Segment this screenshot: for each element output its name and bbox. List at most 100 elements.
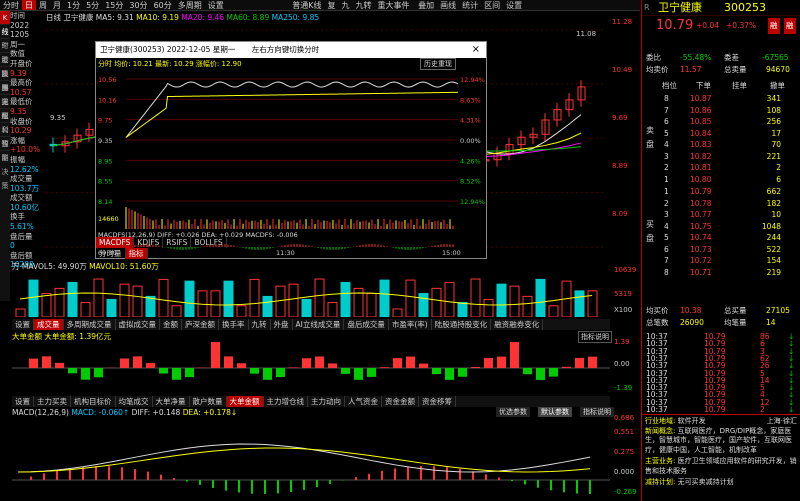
indicator-tab[interactable]: 盘后成交量 xyxy=(344,319,389,330)
close-icon[interactable]: × xyxy=(472,42,480,58)
sell-row[interactable]: 4 10.83 70 xyxy=(642,139,800,150)
indicator-tab[interactable]: 陆股通持股变化 xyxy=(432,319,492,330)
indicator-tab[interactable]: 设置 xyxy=(12,319,34,330)
indicator-tab[interactable]: 成交量 xyxy=(34,319,64,330)
bigorder-bar xyxy=(42,356,51,368)
tab-60min[interactable]: 60分 xyxy=(151,0,175,10)
tab-macdfs[interactable]: MACDFS xyxy=(96,237,135,248)
sell-row[interactable]: 5 10.84 17 xyxy=(642,128,800,139)
left-tab-fenshi[interactable]: 分时 xyxy=(0,25,10,50)
jiu-button[interactable]: 九 xyxy=(339,0,353,10)
indicator-tab[interactable]: 人气资金 xyxy=(345,396,382,407)
tab-fenshi[interactable]: 分时 xyxy=(0,0,22,10)
sell-row[interactable]: 3 10.82 221 xyxy=(642,151,800,162)
sell-price: 10.80 xyxy=(690,174,712,184)
intraday-pct-tick: 0.00% xyxy=(460,137,481,145)
indicator-tab[interactable]: 大单金额 xyxy=(226,396,264,407)
volume-chart[interactable] xyxy=(12,269,610,317)
left-tab-notice[interactable]: 公告 xyxy=(0,123,10,148)
draw-button[interactable]: 画线 xyxy=(437,0,459,10)
left-tab-news[interactable]: 资讯 xyxy=(0,81,10,106)
left-tab-alert[interactable]: 操作提醒 xyxy=(0,67,10,120)
quote-panel: R 卫宁健康 300253 10.79 +0.04 +0.37% 融 融 委比 … xyxy=(641,0,800,501)
indicator-tab[interactable]: 融资融券变化 xyxy=(491,319,544,330)
buy-row[interactable]: 2 10.78 182 xyxy=(642,198,800,209)
tab-month[interactable]: 月 xyxy=(50,0,64,10)
indicator-tab[interactable]: 均笔成交 xyxy=(116,396,153,407)
left-tab-forecast[interactable]: 盈利预测 xyxy=(0,109,10,162)
left-tab-kline[interactable]: K线 xyxy=(0,11,10,36)
tab-indicator[interactable]: 指标 xyxy=(125,248,148,259)
indicator-tab[interactable]: 散户数量 xyxy=(190,396,227,407)
indicator-tab[interactable]: 九转 xyxy=(249,319,271,330)
bigorder-bar xyxy=(575,357,584,368)
tab-bollfs[interactable]: BOLLFS xyxy=(191,237,227,248)
indicator-tab[interactable]: 主力增仓线 xyxy=(264,396,308,407)
indicator-tab[interactable]: 大单净量 xyxy=(153,396,190,407)
indicator-tab[interactable]: AI立线成交量 xyxy=(293,319,345,330)
buy-row[interactable]: 8 10.71 219 xyxy=(642,267,800,278)
buy-row[interactable]: 5 10.74 244 xyxy=(642,232,800,243)
sell-row[interactable]: 6 10.85 256 xyxy=(642,116,800,127)
major-events-button[interactable]: 重大事件 xyxy=(375,0,413,10)
buy-row[interactable]: 7 10.72 154 xyxy=(642,255,800,266)
indicator-tab[interactable]: 多周期成交量 xyxy=(64,319,116,330)
indicator-tab[interactable]: 市盈率(率) xyxy=(389,319,432,330)
range-button[interactable]: 区间 xyxy=(481,0,503,10)
left-tab-hk[interactable]: 港股通 xyxy=(0,53,10,92)
weicha-value: -67565 xyxy=(762,53,789,62)
tab-5min[interactable]: 5分 xyxy=(83,0,102,10)
indicator-tab[interactable]: 机构目标价 xyxy=(71,396,116,407)
tab-settings[interactable]: 设置 xyxy=(205,0,227,10)
indicator-tab[interactable]: 主力动向 xyxy=(308,396,345,407)
jiuzhuan-button[interactable]: 九转 xyxy=(353,0,375,10)
tab-day[interactable]: 日 xyxy=(22,0,36,10)
tab-kdjfs[interactable]: KDJFS xyxy=(134,237,164,248)
avg-buy-row: 均买价 10.38 总买量 27105 xyxy=(642,305,800,316)
default-params-button[interactable]: 默认参数 xyxy=(538,407,572,417)
indicator-tab[interactable]: 虚拟成交量 xyxy=(116,319,160,330)
bigorder-chart[interactable] xyxy=(12,342,610,394)
macd-help-button[interactable]: 指标说明 xyxy=(580,407,614,417)
sell-row[interactable]: 2 10.81 2 xyxy=(642,162,800,173)
indicator-tab[interactable]: 设置 xyxy=(12,396,34,407)
buy-row[interactable]: 3 10.77 10 xyxy=(642,209,800,220)
left-tab-ai[interactable]: 智能决策 xyxy=(0,137,10,190)
buy-row[interactable]: 1 10.79 662 xyxy=(642,186,800,197)
indicator-tab[interactable]: 外盘 xyxy=(271,319,293,330)
tab-15min[interactable]: 15分 xyxy=(102,0,126,10)
intraday-chart[interactable]: 10.56 12.94% 10.16 8.63% 9.75 4.31% 9.35 0.00% 8… xyxy=(96,69,486,255)
sell-row[interactable]: 7 10.86 108 xyxy=(642,105,800,116)
indicator-tab[interactable]: 换手率 xyxy=(219,319,249,330)
post-amt-label: 盘后额 xyxy=(10,250,33,260)
macd-chart[interactable] xyxy=(12,418,610,500)
left-tab-profile[interactable]: 个股资料 xyxy=(0,39,10,92)
tab-1min[interactable]: 1分 xyxy=(64,0,83,10)
tab-week[interactable]: 周 xyxy=(36,0,50,10)
fuquan-button[interactable]: 复 xyxy=(325,0,339,10)
tab-fenshi-vol[interactable]: 分时量 xyxy=(96,248,126,259)
sell-row[interactable]: 1 10.80 6 xyxy=(642,174,800,185)
indicator-tab[interactable]: 资金金额 xyxy=(382,396,419,407)
buy-row[interactable]: 6 10.73 522 xyxy=(642,244,800,255)
optimized-params-button[interactable]: 优选参数 xyxy=(496,407,530,417)
tab-rsifs[interactable]: RSIFS xyxy=(163,237,192,248)
sell-row[interactable]: 8 10.87 341 xyxy=(642,93,800,104)
tab-multi-period[interactable]: 多周期 xyxy=(175,0,205,10)
indicator-tab[interactable]: 资金移筹 xyxy=(419,396,456,407)
buy-row[interactable]: 4 10.75 1048 xyxy=(642,221,800,232)
col-pending: 挂单 xyxy=(732,81,747,90)
kline-type-button[interactable]: 普通K线 xyxy=(289,0,324,10)
industry-value[interactable]: 软件开发 xyxy=(678,417,706,425)
bigorder-ytick: 0.00 xyxy=(614,360,630,368)
settings-button[interactable]: 设置 xyxy=(503,0,525,10)
col-level: 档位 xyxy=(662,81,677,90)
indicator-tab[interactable]: 金额 xyxy=(160,319,182,330)
overlay-button[interactable]: 叠加 xyxy=(415,0,437,10)
tab-30min[interactable]: 30分 xyxy=(126,0,150,10)
indicator-tab[interactable]: 庐深金额 xyxy=(182,319,219,330)
stats-button[interactable]: 统计 xyxy=(459,0,481,10)
left-tab-theme[interactable]: 主题 xyxy=(0,95,10,120)
bigorder-bar xyxy=(302,358,311,368)
indicator-tab[interactable]: 主力买卖 xyxy=(34,396,71,407)
